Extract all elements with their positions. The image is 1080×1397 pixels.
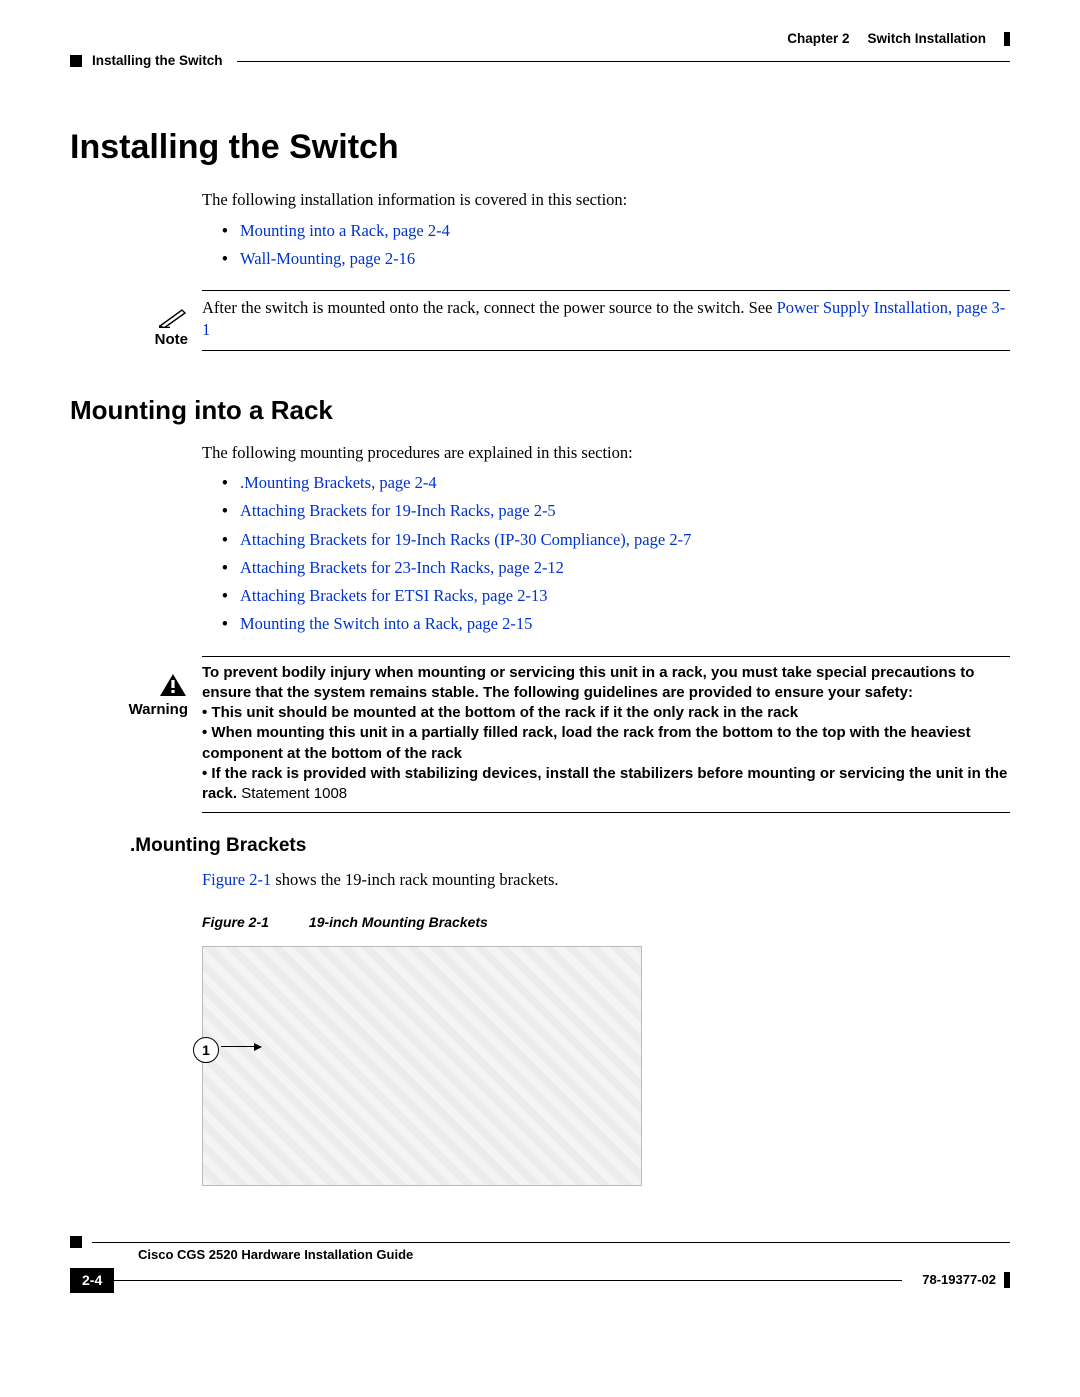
header-right: Chapter 2 Switch Installation bbox=[70, 30, 1010, 48]
warning-triangle-icon bbox=[158, 672, 188, 698]
xref-link[interactable]: Attaching Brackets for 19-Inch Racks (IP… bbox=[240, 530, 691, 549]
chapter-title: Switch Installation bbox=[867, 30, 986, 48]
header-square-icon bbox=[70, 55, 82, 67]
figure-title: 19-inch Mounting Brackets bbox=[309, 913, 488, 932]
warning-text: To prevent bodily injury when mounting o… bbox=[202, 663, 1010, 805]
section-heading: Mounting into a Rack bbox=[70, 393, 1010, 428]
xref-link[interactable]: Wall-Mounting, page 2-16 bbox=[240, 249, 415, 268]
note-pencil-icon bbox=[158, 306, 188, 328]
page-title: Installing the Switch bbox=[70, 125, 1010, 171]
footer-doc-title: Cisco CGS 2520 Hardware Installation Gui… bbox=[138, 1246, 1010, 1264]
header-end-bar bbox=[1004, 32, 1010, 46]
figure-arrow-icon bbox=[221, 1046, 261, 1047]
subsection-heading: .Mounting Brackets bbox=[130, 833, 1010, 859]
figure-number: Figure 2-1 bbox=[202, 913, 269, 932]
note-label: Note bbox=[155, 331, 188, 348]
xref-link[interactable]: Attaching Brackets for 19-Inch Racks, pa… bbox=[240, 501, 556, 520]
xref-link[interactable]: Mounting into a Rack, page 2-4 bbox=[240, 221, 450, 240]
note-text: After the switch is mounted onto the rac… bbox=[202, 297, 1010, 342]
footer-pub-number: 78-19377-02 bbox=[902, 1271, 996, 1289]
header-rule bbox=[237, 61, 1010, 62]
warning-callout: Warning To prevent bodily injury when mo… bbox=[70, 656, 1010, 814]
figure-callout-1: 1 bbox=[193, 1037, 219, 1063]
link-list-1: Mounting into a Rack, page 2-4 Wall-Moun… bbox=[202, 220, 1010, 271]
page-number: 2-4 bbox=[70, 1268, 114, 1293]
footer-bottom: 2-4 78-19377-02 bbox=[70, 1268, 1010, 1293]
header-section: Installing the Switch bbox=[92, 52, 223, 70]
link-list-2: .Mounting Brackets, page 2-4 Attaching B… bbox=[202, 472, 1010, 636]
xref-link[interactable]: Mounting the Switch into a Rack, page 2-… bbox=[240, 614, 532, 633]
chapter-label: Chapter 2 bbox=[787, 30, 849, 48]
warning-label: Warning bbox=[129, 701, 188, 718]
xref-link[interactable]: Figure 2-1 bbox=[202, 870, 271, 889]
intro-text-2: The following mounting procedures are ex… bbox=[202, 442, 1010, 464]
figure-intro: Figure 2-1 shows the 19-inch rack mounti… bbox=[202, 869, 1010, 891]
xref-link[interactable]: Attaching Brackets for ETSI Racks, page … bbox=[240, 586, 547, 605]
footer-end-bar bbox=[1004, 1272, 1010, 1288]
figure-caption: Figure 2-1 19-inch Mounting Brackets bbox=[202, 913, 1010, 932]
xref-link[interactable]: Attaching Brackets for 23-Inch Racks, pa… bbox=[240, 558, 564, 577]
header-left: Installing the Switch bbox=[70, 52, 1010, 70]
note-callout: Note After the switch is mounted onto th… bbox=[70, 290, 1010, 351]
figure-image: 1 bbox=[202, 946, 642, 1186]
xref-link[interactable]: .Mounting Brackets, page 2-4 bbox=[240, 473, 437, 492]
intro-text-1: The following installation information i… bbox=[202, 189, 1010, 211]
